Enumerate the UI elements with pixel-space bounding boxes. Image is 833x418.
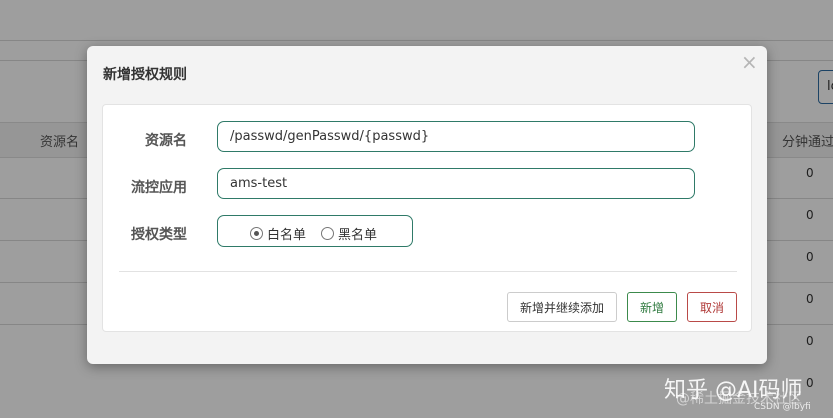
add-and-continue-button[interactable]: 新增并继续添加 <box>507 292 617 322</box>
radio-blacklist-label: 黑名单 <box>338 228 378 243</box>
radio-whitelist-label: 白名单 <box>267 228 307 243</box>
radio-checked-icon[interactable] <box>250 227 263 240</box>
auth-type-radio-group: 白名单 黑名单 <box>217 215 413 247</box>
flow-control-app-label: 流控应用 <box>131 180 187 196</box>
form-divider <box>119 271 737 272</box>
resource-name-label: 资源名 <box>145 133 187 149</box>
radio-whitelist[interactable]: 白名单 <box>250 224 306 243</box>
add-auth-rule-dialog: 新增授权规则 × 资源名 流控应用 授权类型 白名单 黑名单 新增并继续添加 新… <box>87 46 767 364</box>
radio-unchecked-icon[interactable] <box>321 227 334 240</box>
radio-blacklist[interactable]: 黑名单 <box>321 224 377 243</box>
csdn-watermark: CSDN @lbyfi <box>754 402 811 412</box>
flow-control-app-input[interactable] <box>217 168 695 199</box>
auth-type-label: 授权类型 <box>131 227 187 243</box>
dialog-title: 新增授权规则 <box>103 67 187 83</box>
cancel-button[interactable]: 取消 <box>687 292 737 322</box>
close-icon[interactable]: × <box>741 52 758 72</box>
add-button[interactable]: 新增 <box>627 292 677 322</box>
resource-name-input[interactable] <box>217 121 695 152</box>
dialog-form: 资源名 流控应用 授权类型 白名单 黑名单 新增并继续添加 新增 取消 <box>102 104 752 332</box>
